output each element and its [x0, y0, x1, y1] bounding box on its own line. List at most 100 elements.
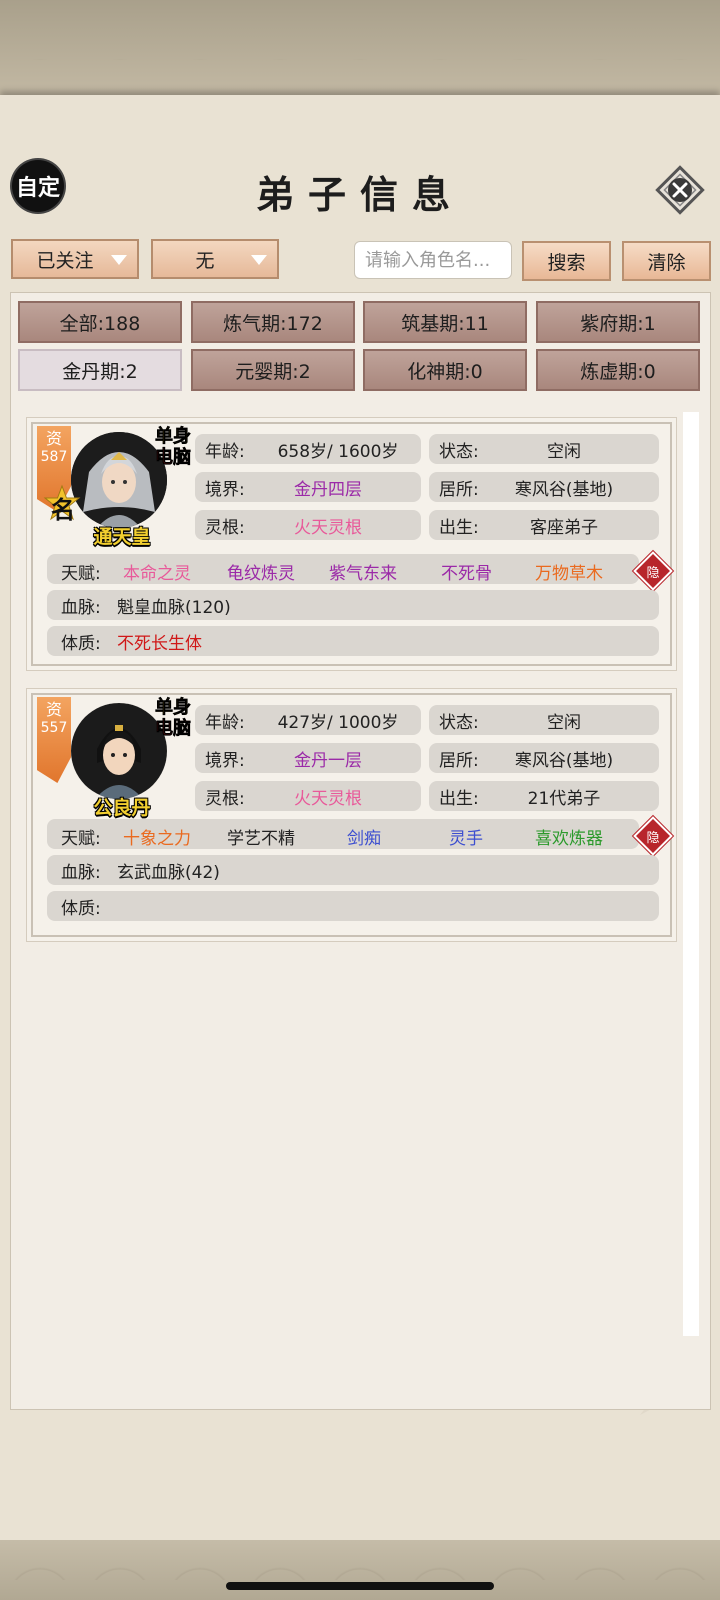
- scrollbar[interactable]: [683, 412, 699, 1336]
- secondary-filter-dropdown[interactable]: 无: [151, 239, 279, 279]
- single-tag: 单身: [155, 697, 192, 719]
- hide-label: 隐: [646, 830, 660, 846]
- status-field: 状态: 空闲: [429, 705, 659, 735]
- clear-button-label: 清除: [647, 251, 686, 274]
- talents-row: 天赋: 十象之力 学艺不精 剑痴 灵手 喜欢炼器: [47, 819, 639, 849]
- status-field: 状态: 空闲: [429, 434, 659, 464]
- talents-label: 天赋:: [61, 829, 101, 849]
- age-value: 658岁/ 1600岁: [277, 441, 399, 462]
- bottom-wave-decoration: [0, 1540, 720, 1600]
- age-label: 年龄:: [205, 441, 245, 462]
- origin-field: 出生: 21代弟子: [429, 781, 659, 811]
- search-input[interactable]: [354, 241, 512, 279]
- age-field: 年龄: 427岁/ 1000岁: [195, 705, 421, 735]
- bloodline-value: 魁皇血脉(120): [117, 597, 231, 618]
- realm-tab-label: 全部:188: [59, 312, 141, 335]
- close-button[interactable]: [652, 162, 708, 218]
- avatar-block[interactable]: 资 557 单身 电脑 公良丹: [37, 697, 191, 819]
- realm-tab-label: 元婴期:2: [235, 360, 311, 383]
- aptitude-value: 557: [40, 720, 68, 736]
- aptitude-badge: 资 557: [37, 697, 71, 783]
- talents-row: 天赋: 本命之灵 龟纹炼灵 紫气东来 不死骨 万物草木: [47, 554, 639, 584]
- residence-field: 居所: 寒风谷(基地): [429, 743, 659, 773]
- physique-label: 体质:: [61, 898, 101, 919]
- bloodline-value: 玄武血脉(42): [117, 862, 220, 883]
- single-tag: 单身: [155, 426, 192, 448]
- realm-field: 境界: 金丹四层: [195, 472, 421, 502]
- spirit-root-value: 火天灵根: [294, 517, 362, 538]
- talent-item[interactable]: 灵手: [449, 824, 483, 849]
- close-icon: [655, 165, 705, 215]
- talent-item[interactable]: 剑痴: [347, 824, 381, 849]
- clear-button[interactable]: 清除: [622, 241, 711, 281]
- top-wave-decoration: [0, 0, 720, 110]
- status-value: 空闲: [547, 712, 581, 733]
- realm-tab[interactable]: 全部:188: [18, 301, 182, 343]
- realm-field: 境界: 金丹一层: [195, 743, 421, 773]
- disciple-name: 通天皇: [93, 526, 151, 548]
- bloodline-label: 血脉:: [61, 597, 101, 618]
- realm-tab[interactable]: 紫府期:1: [536, 301, 700, 343]
- realm-tab[interactable]: 金丹期:2: [18, 349, 182, 391]
- talent-item[interactable]: 不死骨: [441, 559, 492, 584]
- aptitude-value: 587: [40, 449, 68, 465]
- realm-tab[interactable]: 炼虚期:0: [536, 349, 700, 391]
- residence-value: 寒风谷(基地): [514, 479, 614, 500]
- bloodline-field: 血脉: 魁皇血脉(120): [47, 590, 659, 620]
- status-value: 空闲: [547, 441, 581, 462]
- spirit-root-field: 灵根: 火天灵根: [195, 510, 421, 540]
- realm-tab[interactable]: 元婴期:2: [191, 349, 355, 391]
- aptitude-label: 资: [45, 429, 62, 448]
- physique-label: 体质:: [61, 633, 101, 654]
- physique-field: 体质:: [47, 891, 659, 921]
- home-indicator[interactable]: [226, 1582, 494, 1590]
- aptitude-label: 资: [45, 700, 62, 719]
- talent-item[interactable]: 喜欢炼器: [535, 824, 603, 849]
- age-field: 年龄: 658岁/ 1600岁: [195, 434, 421, 464]
- computer-tag: 电脑: [155, 718, 192, 740]
- realm-value: 金丹四层: [294, 479, 362, 500]
- fame-mark: 名: [51, 495, 75, 524]
- talent-item[interactable]: 龟纹炼灵: [227, 559, 295, 584]
- realm-tab-label: 紫府期:1: [580, 312, 656, 335]
- talent-item[interactable]: 紫气东来: [329, 559, 397, 584]
- spirit-root-field: 灵根: 火天灵根: [195, 781, 421, 811]
- status-tag: 单身 电脑: [153, 426, 193, 469]
- search-button-label: 搜索: [547, 251, 586, 274]
- chevron-down-icon: [111, 255, 127, 265]
- spirit-root-value: 火天灵根: [294, 788, 362, 809]
- age-value: 427岁/ 1000岁: [277, 712, 399, 733]
- disciple-card[interactable]: 资 557 单身 电脑 公良丹 年龄: 427岁/ 1000岁 状态: 空闲 境…: [26, 688, 677, 942]
- realm-tab-label: 炼气期:172: [223, 312, 323, 335]
- realm-tab[interactable]: 炼气期:172: [191, 301, 355, 343]
- hide-label: 隐: [646, 565, 660, 581]
- talent-item[interactable]: 本命之灵: [123, 559, 191, 584]
- origin-value: 21代弟子: [527, 788, 601, 809]
- realm-tab-label: 金丹期:2: [62, 360, 138, 383]
- disciple-card[interactable]: 资 587 单身 电脑 名 通天皇 年龄: 658岁/ 1600岁 状态: 空闲…: [26, 417, 677, 671]
- computer-tag: 电脑: [155, 447, 192, 469]
- realm-tab-label: 化神期:0: [407, 360, 483, 383]
- residence-value: 寒风谷(基地): [514, 750, 614, 771]
- chevron-down-icon: [251, 255, 267, 265]
- bloodline-label: 血脉:: [61, 862, 101, 883]
- disciple-name: 公良丹: [93, 797, 151, 819]
- realm-tab[interactable]: 筑基期:11: [363, 301, 527, 343]
- status-tag: 单身 电脑: [153, 697, 193, 740]
- talent-item[interactable]: 学艺不精: [227, 824, 295, 849]
- realm-value: 金丹一层: [294, 750, 362, 771]
- talent-item[interactable]: 十象之力: [123, 824, 191, 849]
- avatar-block[interactable]: 资 587 单身 电脑 名 通天皇: [37, 426, 191, 548]
- residence-field: 居所: 寒风谷(基地): [429, 472, 659, 502]
- follow-filter-dropdown[interactable]: 已关注: [11, 239, 139, 279]
- page-title: 弟子信息: [255, 172, 464, 217]
- realm-tab[interactable]: 化神期:0: [363, 349, 527, 391]
- age-label: 年龄:: [205, 712, 245, 733]
- physique-field: 体质: 不死长生体: [47, 626, 659, 656]
- physique-value: 不死长生体: [117, 633, 202, 654]
- origin-field: 出生: 客座弟子: [429, 510, 659, 540]
- talent-item[interactable]: 万物草木: [535, 559, 603, 584]
- talents-label: 天赋:: [61, 564, 101, 584]
- search-button[interactable]: 搜索: [522, 241, 611, 281]
- realm-tab-label: 筑基期:11: [401, 312, 489, 335]
